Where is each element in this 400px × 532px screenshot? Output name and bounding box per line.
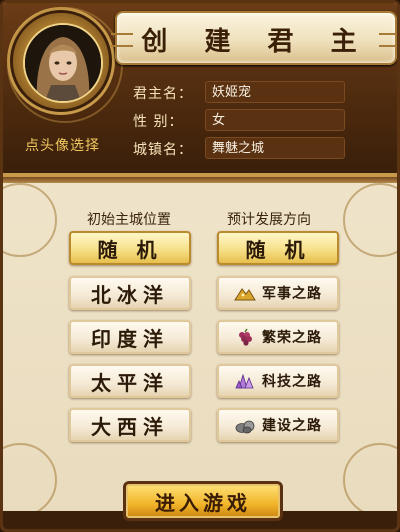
lord-name-row: 君主名： 妖姬宠 xyxy=(133,81,347,105)
avatar-select-hint[interactable]: 点头像选择 xyxy=(25,135,100,155)
direction-technology-label: 科技之路 xyxy=(262,374,322,390)
location-pacific-button[interactable]: 太平洋 xyxy=(69,364,191,398)
location-atlantic-button[interactable]: 大西洋 xyxy=(69,408,191,442)
corner-ornament-top-left xyxy=(3,183,57,257)
lord-name-field[interactable]: 妖姬宠 xyxy=(205,81,345,103)
location-arctic-button[interactable]: 北冰洋 xyxy=(69,276,191,310)
gender-row: 性 别： 女 xyxy=(133,109,347,133)
crystal-icon xyxy=(235,373,254,389)
development-direction-heading: 预计发展方向 xyxy=(227,212,311,228)
direction-military-button[interactable]: 军事之路 xyxy=(217,276,339,310)
location-indian-button[interactable]: 印度洋 xyxy=(69,320,191,354)
direction-military-label: 军事之路 xyxy=(262,286,322,302)
direction-random-button[interactable]: 随 机 xyxy=(217,231,339,265)
create-lord-panel: 点头像选择 创 建 君 主 君主名： 妖姬宠 性 别： 女 城镇名： 舞魅之城 … xyxy=(0,0,400,532)
grapes-icon xyxy=(239,328,252,346)
title-ornament-right xyxy=(379,33,397,47)
stone-icon xyxy=(235,420,255,434)
corner-ornament-bottom-right xyxy=(343,443,397,517)
corner-ornament-top-right xyxy=(343,183,397,257)
page-title: 创 建 君 主 xyxy=(141,27,371,57)
ornament-ring xyxy=(7,7,123,123)
gold-pile-icon xyxy=(234,288,256,301)
city-name-field[interactable]: 舞魅之城 xyxy=(205,137,345,159)
corner-ornament-bottom-left xyxy=(3,443,57,517)
lord-name-label: 君主名： xyxy=(133,86,193,102)
header-band: 点头像选择 创 建 君 主 君主名： 妖姬宠 性 别： 女 城镇名： 舞魅之城 xyxy=(3,3,397,183)
city-name-row: 城镇名： 舞魅之城 xyxy=(133,137,347,161)
location-random-button[interactable]: 随 机 xyxy=(69,231,191,265)
gender-label: 性 别： xyxy=(133,114,184,130)
direction-technology-button[interactable]: 科技之路 xyxy=(217,364,339,398)
title-banner: 创 建 君 主 xyxy=(111,11,397,65)
gender-field[interactable]: 女 xyxy=(205,109,345,131)
direction-construction-button[interactable]: 建设之路 xyxy=(217,408,339,442)
direction-prosperity-label: 繁荣之路 xyxy=(262,330,322,346)
city-name-label: 城镇名： xyxy=(133,142,193,158)
direction-prosperity-button[interactable]: 繁荣之路 xyxy=(217,320,339,354)
enter-game-button[interactable]: 进入游戏 xyxy=(123,481,283,521)
start-location-heading: 初始主城位置 xyxy=(87,212,171,228)
direction-construction-label: 建设之路 xyxy=(262,418,322,434)
